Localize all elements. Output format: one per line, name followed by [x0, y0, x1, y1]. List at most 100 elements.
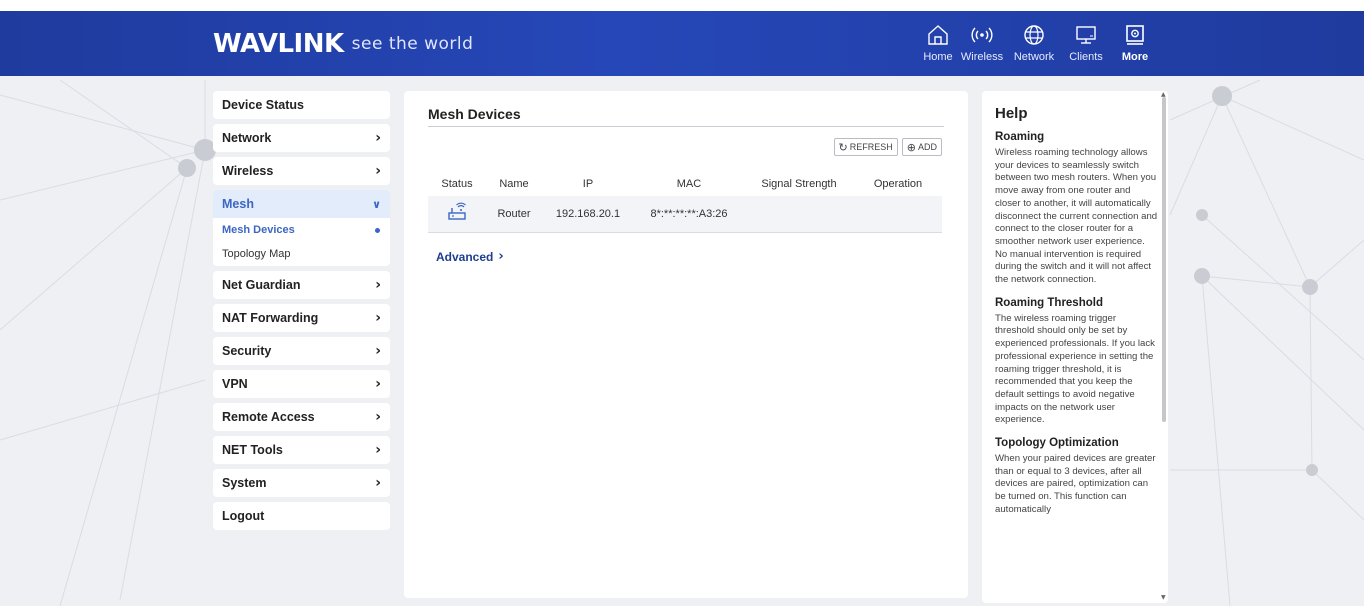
cell-name: Router: [486, 196, 542, 233]
cell-ip: 192.168.20.1: [542, 196, 634, 233]
help-heading-roaming-threshold: Roaming Threshold: [995, 296, 1103, 309]
column-header-operation: Operation: [873, 177, 923, 190]
column-header-name: Name: [499, 177, 529, 190]
scroll-down-icon[interactable]: ▼: [1161, 594, 1166, 601]
scrollbar-thumb[interactable]: [1162, 97, 1166, 422]
sidebar-item-vpn[interactable]: VPN ›: [213, 370, 390, 398]
active-dot-icon: [375, 227, 380, 233]
sidebar-item-security[interactable]: Security ›: [213, 337, 390, 365]
column-header-ip: IP: [582, 177, 594, 190]
cell-signal-strength: [744, 196, 854, 233]
sidebar-item-net-guardian[interactable]: Net Guardian ›: [213, 271, 390, 299]
sidebar-item-net-tools[interactable]: NET Tools ›: [213, 436, 390, 464]
sidebar-group-mesh: Mesh ∨ Mesh Devices Topology Map: [213, 190, 390, 266]
sidebar-item-label: Logout: [222, 509, 265, 523]
chevron-right-icon: ›: [498, 249, 504, 264]
router-icon: [448, 202, 466, 220]
brand-logo[interactable]: WAVLINK see the world: [213, 29, 473, 59]
help-text-roaming: Wireless roaming technology allows your …: [995, 147, 1158, 286]
refresh-button[interactable]: ↻ REFRESH: [833, 138, 898, 156]
sidebar-item-label: Net Guardian: [222, 278, 301, 292]
mesh-devices-table: Status Name IP MAC Signal Strength Opera…: [428, 171, 942, 233]
app-header: WAVLINK see the world Home Wireless Netw…: [0, 11, 1364, 76]
monitor-icon: [1076, 26, 1096, 44]
column-header-mac: MAC: [676, 177, 702, 190]
chevron-right-icon: ›: [375, 130, 381, 146]
help-panel[interactable]: Help Roaming Wireless roaming technology…: [982, 91, 1168, 603]
sidebar-item-remote-access[interactable]: Remote Access ›: [213, 403, 390, 431]
sidebar-item-nat-forwarding[interactable]: NAT Forwarding ›: [213, 304, 390, 332]
help-text-topology-optimization: When your paired devices are greater tha…: [995, 453, 1156, 515]
cell-status: [428, 196, 486, 233]
home-icon: [928, 25, 948, 45]
wireless-icon: [971, 27, 993, 43]
table-header-row: Status Name IP MAC Signal Strength Opera…: [428, 171, 942, 196]
top-navigation: Home Wireless Network Clients More: [920, 23, 1158, 71]
sidebar-subitem-mesh-devices[interactable]: Mesh Devices: [213, 218, 390, 242]
column-header-signal-strength: Signal Strength: [761, 177, 837, 190]
logo-text: WAVLINK: [213, 29, 344, 59]
refresh-icon: ↻: [838, 140, 848, 154]
help-text-roaming-threshold: The wireless roaming trigger threshold s…: [995, 312, 1155, 426]
topnav-network[interactable]: Network: [1008, 23, 1060, 71]
help-heading-topology-optimization: Topology Optimization: [995, 437, 1119, 450]
help-heading-roaming: Roaming: [995, 131, 1045, 143]
plus-circle-icon: ⊕: [906, 140, 916, 154]
sidebar-item-label: Device Status: [222, 98, 304, 112]
sidebar-item-label: System: [222, 476, 267, 490]
refresh-button-label: REFRESH: [849, 142, 893, 152]
cell-operation: [854, 196, 942, 233]
topnav-home-label: Home: [923, 51, 953, 63]
sidebar-item-device-status[interactable]: Device Status: [213, 91, 390, 119]
add-button[interactable]: ⊕ ADD: [901, 138, 942, 156]
help-content: Help Roaming Wireless roaming technology…: [995, 105, 1158, 527]
chevron-right-icon: ›: [375, 442, 381, 458]
chevron-right-icon: ›: [375, 277, 381, 293]
chevron-right-icon: ›: [375, 409, 381, 425]
chevron-right-icon: ›: [375, 376, 381, 392]
topnav-wireless-label: Wireless: [960, 51, 1004, 63]
chevron-down-icon: ∨: [372, 197, 381, 211]
topnav-more[interactable]: More: [1112, 23, 1158, 71]
more-icon: [1126, 25, 1144, 45]
topnav-network-label: Network: [1013, 51, 1055, 63]
advanced-link[interactable]: Advanced ›: [436, 249, 504, 264]
sidebar-item-mesh[interactable]: Mesh ∨: [213, 190, 390, 218]
logo-slogan: see the world: [351, 34, 474, 54]
sidebar-item-system[interactable]: System ›: [213, 469, 390, 497]
sidebar-item-wireless[interactable]: Wireless ›: [213, 157, 390, 185]
sidebar-subitem-label: Topology Map: [222, 248, 291, 260]
mesh-devices-panel: Mesh Devices ↻ REFRESH ⊕ ADD Status Name…: [404, 91, 968, 598]
topnav-clients-label: Clients: [1069, 51, 1103, 63]
chevron-right-icon: ›: [375, 163, 381, 179]
sidebar-item-label: Wireless: [222, 164, 274, 178]
sidebar-item-label: NET Tools: [222, 443, 283, 457]
sidebar-item-label: Mesh: [222, 197, 254, 211]
chevron-right-icon: ›: [375, 310, 381, 326]
help-title: Help: [995, 105, 1028, 122]
chevron-right-icon: ›: [375, 475, 381, 491]
sidebar-menu: Device Status Network › Wireless › Mesh …: [213, 91, 390, 535]
sidebar-item-logout[interactable]: Logout: [213, 502, 390, 530]
cell-mac: 8*:**:**:**:A3:26: [634, 196, 744, 233]
chevron-right-icon: ›: [375, 343, 381, 359]
help-scrollbar[interactable]: ▲ ▼: [1161, 91, 1166, 601]
advanced-label: Advanced: [436, 249, 494, 264]
topnav-clients[interactable]: Clients: [1060, 23, 1112, 71]
sidebar-item-label: Remote Access: [222, 410, 315, 424]
table-row: Router 192.168.20.1 8*:**:**:**:A3:26: [428, 196, 942, 233]
column-header-status: Status: [441, 177, 473, 190]
topnav-home[interactable]: Home: [920, 23, 956, 71]
topnav-more-label: More: [1121, 51, 1149, 63]
sidebar-subitem-topology-map[interactable]: Topology Map: [213, 242, 390, 266]
sidebar-item-label: VPN: [222, 377, 248, 391]
globe-icon: [1024, 25, 1044, 45]
title-divider: [428, 126, 944, 127]
sidebar-subitem-label: Mesh Devices: [222, 224, 295, 236]
page-title: Mesh Devices: [428, 106, 521, 122]
sidebar-item-label: Network: [222, 131, 272, 145]
sidebar-item-label: Security: [222, 344, 272, 358]
add-button-label: ADD: [917, 142, 937, 152]
sidebar-item-network[interactable]: Network ›: [213, 124, 390, 152]
topnav-wireless[interactable]: Wireless: [956, 23, 1008, 71]
